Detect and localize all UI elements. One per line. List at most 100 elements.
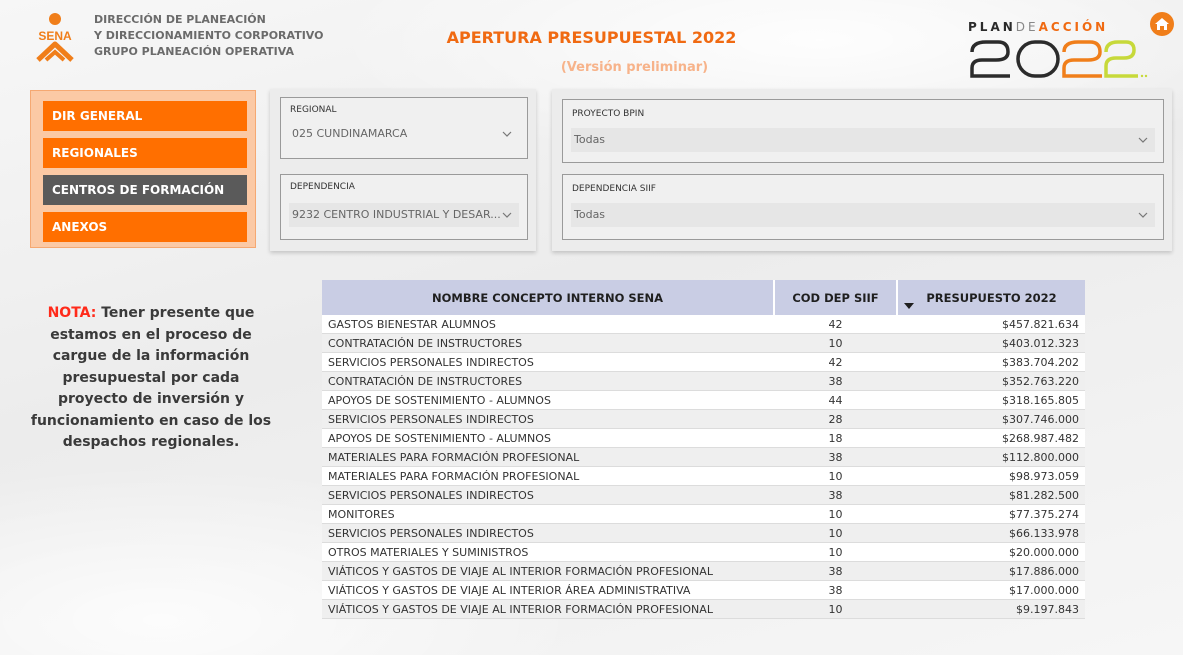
table-row[interactable]: VIÁTICOS Y GASTOS DE VIAJE AL INTERIOR F…	[322, 599, 1085, 619]
proyecto-bpin-dropdown[interactable]: Todas	[571, 128, 1155, 152]
dependencia-value: 9232 CENTRO INDUSTRIAL Y DESAR...	[292, 208, 501, 221]
concepto-cell: GASTOS BIENESTAR ALUMNOS	[322, 315, 774, 334]
cod-dep-siif-cell: 42	[774, 315, 897, 334]
presupuesto-cell: $17.886.000	[897, 561, 1085, 581]
cod-dep-siif-cell: 38	[774, 447, 897, 467]
presupuesto-header-label: PRESUPUESTO 2022	[926, 290, 1057, 305]
cod-dep-siif-cell: 10	[774, 333, 897, 353]
table-row[interactable]: MONITORES 10 $77.375.274	[322, 504, 1085, 524]
cod-dep-siif-cell: 38	[774, 561, 897, 581]
subtitle-text: (Versión preliminar)	[560, 60, 709, 75]
presupuesto-cell: $383.704.202	[897, 352, 1085, 372]
table-row[interactable]: APOYOS DE SOSTENIMIENTO - ALUMNOS 44 $318.…	[322, 390, 1085, 410]
presupuesto-cell: $352.763.220	[897, 371, 1085, 391]
regional-value: 025 CUNDINAMARCA	[292, 127, 408, 140]
concepto-cell: VIÁTICOS Y GASTOS DE VIAJE AL INTERIOR Á…	[322, 580, 774, 600]
concepto-cell: APOYOS DE SOSTENIMIENTO - ALUMNOS	[322, 428, 774, 448]
presupuesto-cell: $268.987.482	[897, 428, 1085, 448]
cod-dep-siif-cell: 28	[774, 409, 897, 429]
dependencia-slicer: DEPENDENCIA 9232 CENTRO INDUSTRIAL Y DES…	[280, 174, 528, 240]
chevron-down-icon	[502, 212, 512, 218]
concepto-cell: MATERIALES PARA FORMACIÓN PROFESIONAL	[322, 447, 774, 467]
cod-dep-siif-cell: 10	[774, 466, 897, 486]
nav-centros-de-formacion-button[interactable]: CENTROS DE FORMACIÓN	[43, 175, 247, 205]
chevron-down-icon	[1138, 212, 1148, 218]
concepto-cell: MATERIALES PARA FORMACIÓN PROFESIONAL	[322, 466, 774, 486]
proyecto-bpin-value: Todas	[574, 133, 606, 146]
presupuesto-cell: $20.000.000	[897, 542, 1085, 562]
table-row[interactable]: SERVICIOS PERSONALES INDIRECTOS 10 $66.133…	[322, 523, 1085, 543]
nav-regionales-button[interactable]: REGIONALES	[43, 138, 247, 168]
concepto-cell: CONTRATACIÓN DE INSTRUCTORES	[322, 333, 774, 353]
cod-dep-siif-cell: 38	[774, 485, 897, 505]
dependencia-label: DEPENDENCIA	[290, 182, 355, 192]
dependencia-siif-label: DEPENDENCIA SIIF	[572, 184, 656, 194]
navigation-panel: DIR GENERAL REGIONALES CENTROS DE FORMAC…	[30, 90, 256, 248]
presupuesto-cell: $403.012.323	[897, 333, 1085, 353]
cod-dep-siif-cell: 10	[774, 523, 897, 543]
dependencia-dropdown[interactable]: 9232 CENTRO INDUSTRIAL Y DESAR...	[289, 203, 519, 227]
filter-panel-left: REGIONAL 025 CUNDINAMARCA DEPENDENCIA 92…	[270, 89, 536, 251]
concepto-cell: MONITORES	[322, 504, 774, 524]
plan-logo-text: PLANDEACCIÓN	[968, 20, 1109, 34]
cod-dep-siif-cell: 10	[774, 504, 897, 524]
note-label: NOTA:	[47, 305, 97, 321]
dependencia-siif-dropdown[interactable]: Todas	[571, 203, 1155, 227]
concepto-cell: OTROS MATERIALES Y SUMINISTROS	[322, 542, 774, 562]
filter-panel-right: PROYECTO BPIN Todas DEPENDENCIA SIIF Tod…	[552, 89, 1172, 251]
dependencia-siif-slicer: DEPENDENCIA SIIF Todas	[562, 174, 1164, 240]
presupuesto-cell: $81.282.500	[897, 485, 1085, 505]
regional-label: REGIONAL	[290, 105, 337, 115]
home-button[interactable]	[1150, 12, 1174, 36]
presupuesto-cell: $66.133.978	[897, 523, 1085, 543]
presupuesto-cell: $9.197.843	[897, 599, 1085, 619]
table-row[interactable]: VIÁTICOS Y GASTOS DE VIAJE AL INTERIOR Á…	[322, 580, 1085, 600]
table-row[interactable]: APOYOS DE SOSTENIMIENTO - ALUMNOS 18 $268.…	[322, 428, 1085, 448]
concepto-cell: VIÁTICOS Y GASTOS DE VIAJE AL INTERIOR F…	[322, 561, 774, 581]
concepto-cell: APOYOS DE SOSTENIMIENTO - ALUMNOS	[322, 390, 774, 410]
nav-dir-general-button[interactable]: DIR GENERAL	[43, 101, 247, 131]
presupuesto-cell: $457.821.634	[897, 315, 1085, 334]
proyecto-bpin-slicer: PROYECTO BPIN Todas	[562, 99, 1164, 163]
chevron-down-icon	[502, 131, 512, 137]
presupuesto-cell: $318.165.805	[897, 390, 1085, 410]
concepto-cell: SERVICIOS PERSONALES INDIRECTOS	[322, 485, 774, 505]
column-header-presupuesto[interactable]: PRESUPUESTO 2022	[897, 280, 1085, 315]
cod-dep-siif-cell: 42	[774, 352, 897, 372]
table-row[interactable]: CONTRATACIÓN DE INSTRUCTORES 38 $352.763.2…	[322, 371, 1085, 391]
nav-anexos-button[interactable]: ANEXOS	[43, 212, 247, 242]
plan-de-accion-logo: PLANDEACCIÓN	[968, 18, 1148, 80]
concepto-cell: SERVICIOS PERSONALES INDIRECTOS	[322, 523, 774, 543]
table-row[interactable]: OTROS MATERIALES Y SUMINISTROS 10 $20.000.…	[322, 542, 1085, 562]
year-2022-graphic	[970, 40, 1148, 78]
table-row[interactable]: SERVICIOS PERSONALES INDIRECTOS 42 $383.70…	[322, 352, 1085, 372]
presupuesto-cell: $77.375.274	[897, 504, 1085, 524]
proyecto-bpin-label: PROYECTO BPIN	[572, 109, 645, 119]
table-row[interactable]: MATERIALES PARA FORMACIÓN PROFESIONAL 38 $…	[322, 447, 1085, 467]
table-row[interactable]: SERVICIOS PERSONALES INDIRECTOS 28 $307.74…	[322, 409, 1085, 429]
budget-table-container: NOMBRE CONCEPTO INTERNO SENA COD DEP SII…	[322, 280, 1085, 619]
table-row[interactable]: GASTOS BIENESTAR ALUMNOS 42 $457.821.634	[322, 315, 1085, 334]
regional-dropdown[interactable]: 025 CUNDINAMARCA	[289, 122, 519, 146]
presupuesto-cell: $112.800.000	[897, 447, 1085, 467]
note-body: Tener presente que estamos en el proceso…	[30, 305, 272, 450]
column-header-nombre-concepto[interactable]: NOMBRE CONCEPTO INTERNO SENA	[322, 280, 775, 315]
table-row[interactable]: CONTRATACIÓN DE INSTRUCTORES 10 $403.012.3…	[322, 333, 1085, 353]
sort-descending-icon	[904, 303, 914, 309]
cod-dep-siif-cell: 38	[774, 580, 897, 600]
cod-dep-siif-cell: 10	[774, 599, 897, 619]
table-row[interactable]: MATERIALES PARA FORMACIÓN PROFESIONAL 10 $…	[322, 466, 1085, 486]
presupuesto-cell: $307.746.000	[897, 409, 1085, 429]
column-header-cod-dep-siif[interactable]: COD DEP SIIF	[774, 280, 898, 315]
cod-dep-siif-cell: 18	[774, 428, 897, 448]
org-line: DIRECCIÓN DE PLANEACIÓN	[94, 13, 266, 26]
cod-dep-siif-cell: 44	[774, 390, 897, 410]
table-header-row: NOMBRE CONCEPTO INTERNO SENA COD DEP SII…	[322, 280, 1085, 315]
table-row[interactable]: VIÁTICOS Y GASTOS DE VIAJE AL INTERIOR F…	[322, 561, 1085, 581]
concepto-cell: SERVICIOS PERSONALES INDIRECTOS	[322, 409, 774, 429]
table-body: GASTOS BIENESTAR ALUMNOS 42 $457.821.634 CO…	[322, 315, 1085, 619]
table-row[interactable]: SERVICIOS PERSONALES INDIRECTOS 38 $81.282…	[322, 485, 1085, 505]
regional-slicer: REGIONAL 025 CUNDINAMARCA	[280, 97, 528, 159]
concepto-cell: SERVICIOS PERSONALES INDIRECTOS	[322, 352, 774, 372]
concepto-cell: CONTRATACIÓN DE INSTRUCTORES	[322, 371, 774, 391]
